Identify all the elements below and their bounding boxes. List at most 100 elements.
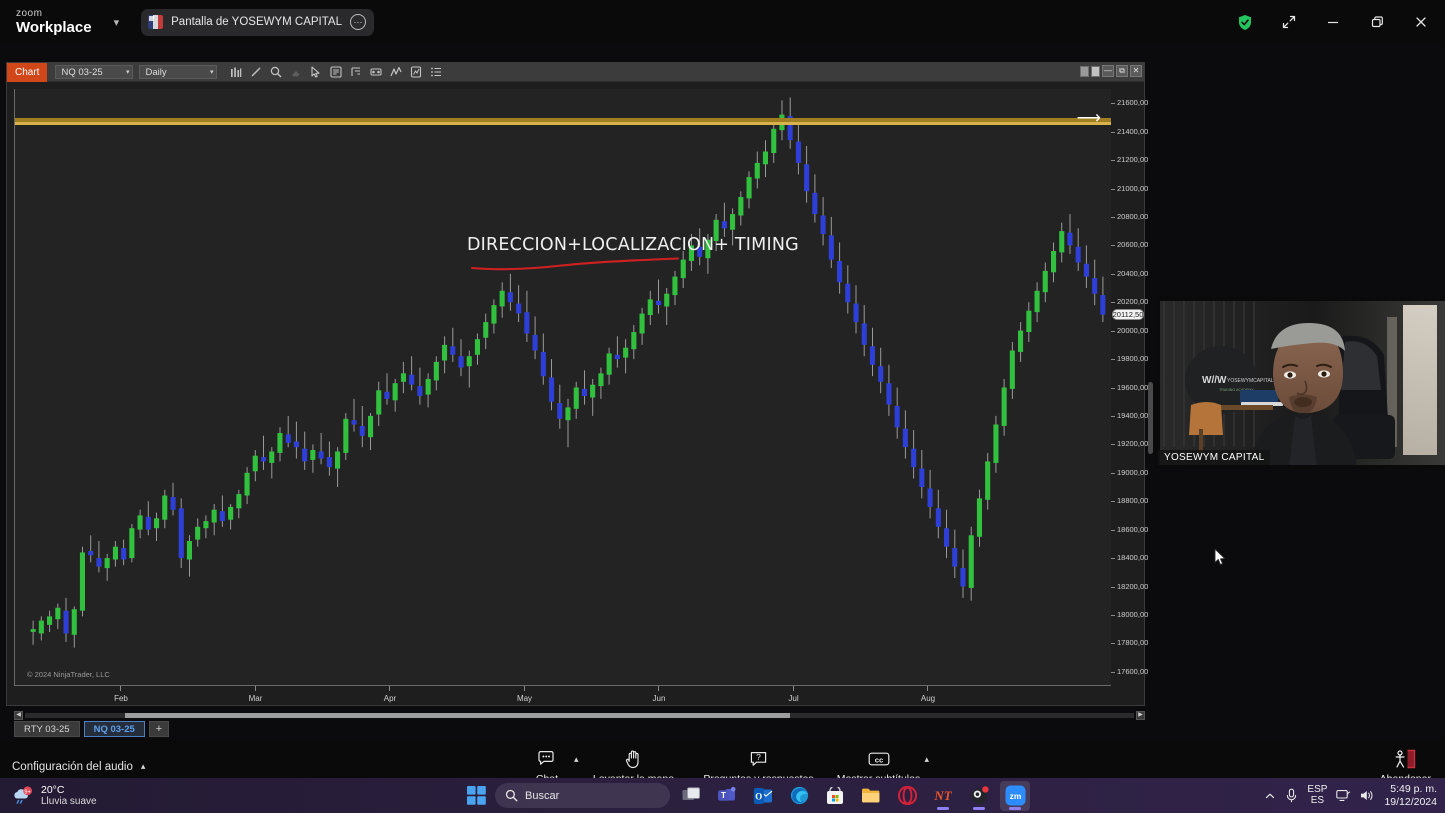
taskbar-center: Buscar T O NT zm <box>463 780 1030 811</box>
candle-body <box>425 379 431 395</box>
scroll-thumb[interactable] <box>124 712 791 718</box>
instrument-selector[interactable]: NQ 03-25 ▾ <box>55 65 134 79</box>
bar-chart-icon[interactable] <box>229 66 242 79</box>
price-axis-tick: 19200,00 <box>1111 439 1148 448</box>
teams-icon[interactable]: T <box>712 781 742 811</box>
screen-share-indicator[interactable]: Pantalla de YOSEWYM CAPITAL ⋯ <box>141 8 374 36</box>
language-indicator[interactable]: ESP ES <box>1307 784 1327 806</box>
chart-horizontal-scrollbar[interactable]: ◀ ▶ <box>14 710 1145 720</box>
search-input[interactable]: Buscar <box>495 783 670 808</box>
chart-plot-area[interactable]: ⟶ DIRECCION+LOCALIZACION+ TIMING © 2024 … <box>14 89 1111 686</box>
interval-selector[interactable]: Daily ▾ <box>139 65 218 79</box>
candle-body <box>590 384 596 398</box>
participant-video-tile[interactable]: W//W YOSEWYMCAPITAL TRADING ACADEMY YOSE… <box>1155 297 1445 469</box>
restore-icon[interactable]: ⧉ <box>1116 65 1128 77</box>
file-explorer-icon[interactable] <box>856 781 886 811</box>
candle-body <box>935 508 941 527</box>
candle-body <box>1067 232 1073 246</box>
opera-icon[interactable] <box>892 781 922 811</box>
outlook-icon[interactable]: O <box>748 781 778 811</box>
speaker-icon[interactable] <box>1360 789 1375 802</box>
chart-menu-button[interactable]: Chart <box>7 62 48 82</box>
candle-body <box>195 526 201 540</box>
eraser-icon[interactable] <box>289 66 302 79</box>
edge-icon[interactable] <box>784 781 814 811</box>
scroll-right-icon[interactable]: ▶ <box>1136 710 1145 720</box>
minimize-icon[interactable] <box>1311 0 1355 44</box>
pencil-icon[interactable] <box>249 66 262 79</box>
clock-date: 19/12/2024 <box>1384 795 1437 808</box>
scroll-left-icon[interactable]: ◀ <box>14 710 23 720</box>
data-box-icon[interactable] <box>329 66 342 79</box>
pointer-icon[interactable] <box>309 66 322 79</box>
tick-mark <box>389 686 390 691</box>
network-icon[interactable] <box>1336 789 1351 802</box>
chevron-down-icon[interactable]: ▾ <box>114 16 120 29</box>
obs-studio-icon[interactable] <box>964 781 994 811</box>
microphone-icon[interactable] <box>1285 788 1298 803</box>
zoom-icon[interactable]: zm <box>1000 780 1030 811</box>
candle-body <box>129 528 135 559</box>
chart-tab-rty[interactable]: RTY 03-25 <box>14 721 80 737</box>
weather-widget[interactable]: 9+ 20°C Lluvia suave <box>12 784 97 808</box>
audio-settings-button[interactable]: Configuración del audio ▴ <box>12 761 145 773</box>
candle-body <box>878 366 884 382</box>
security-shield-icon[interactable] <box>1223 0 1267 44</box>
chart-tab-nq[interactable]: NQ 03-25 <box>83 721 145 737</box>
add-chart-tab-button[interactable]: + <box>148 721 170 737</box>
close-icon[interactable]: ✕ <box>1130 65 1142 77</box>
tick-mark <box>1111 273 1115 275</box>
restore-down-icon[interactable] <box>1080 65 1089 77</box>
list-icon[interactable] <box>429 66 442 79</box>
candle-body <box>927 488 933 507</box>
windows-start-icon[interactable] <box>463 783 489 809</box>
price-axis-tick: 20800,00 <box>1111 212 1148 221</box>
candle-body <box>343 418 349 453</box>
indicator-line-icon[interactable] <box>389 66 402 79</box>
candle-body <box>581 388 587 396</box>
more-options-icon[interactable]: ⋯ <box>350 14 366 30</box>
magnifier-icon[interactable] <box>269 66 282 79</box>
tick-mark <box>1111 614 1115 616</box>
chevron-up-icon[interactable] <box>1264 790 1276 802</box>
zoom-brand: zoom Workplace <box>16 8 92 36</box>
chart-window-buttons: — ⧉ ✕ <box>1080 65 1142 77</box>
zoom-brand-line1: zoom <box>16 8 43 19</box>
video-panel-scrollbar[interactable] <box>1148 382 1153 454</box>
candle-body <box>30 629 36 632</box>
candle-body <box>326 457 332 468</box>
candle-body <box>285 434 291 443</box>
date-axis[interactable]: Feb Mar Apr May Jun Jul Aug <box>14 686 1111 708</box>
candle-body <box>738 197 744 216</box>
tick-mark <box>1111 472 1115 474</box>
order-flow-icon[interactable] <box>349 66 362 79</box>
maximize-icon[interactable] <box>1091 65 1100 77</box>
scroll-track[interactable] <box>25 712 1134 718</box>
price-axis-tick: 18000,00 <box>1111 610 1148 619</box>
tick-mark <box>120 686 121 691</box>
chevron-up-icon[interactable]: ▴ <box>141 761 146 772</box>
close-icon[interactable] <box>1399 0 1443 44</box>
candle-body <box>516 303 522 314</box>
task-view-icon[interactable] <box>676 781 706 811</box>
chat-bubble-icon <box>537 748 556 770</box>
participant-name-label: YOSEWYM CAPITAL <box>1158 450 1271 465</box>
candle-body <box>79 552 85 611</box>
restore-icon[interactable] <box>1355 0 1399 44</box>
binoculars-icon[interactable] <box>369 66 382 79</box>
date-axis-label: Aug <box>920 694 936 703</box>
candle-body <box>483 322 489 338</box>
captions-chevron-up-icon[interactable]: ▴ <box>925 754 930 765</box>
fullscreen-expand-icon[interactable] <box>1267 0 1311 44</box>
properties-icon[interactable] <box>409 66 422 79</box>
price-axis-label: 18000,00 <box>1117 609 1149 619</box>
minimize-icon[interactable]: — <box>1102 65 1114 77</box>
price-axis-tick: 21000,00 <box>1111 184 1148 193</box>
ninjatrader-icon[interactable]: NT <box>928 781 958 811</box>
clock[interactable]: 5:49 p. m. 19/12/2024 <box>1384 783 1437 807</box>
microsoft-store-icon[interactable] <box>820 781 850 811</box>
tick-mark <box>1111 444 1115 446</box>
chevron-down-icon: ▾ <box>209 69 214 76</box>
price-axis[interactable]: 21600,00 21400,00 21200,00 21000,00 20800,00… <box>1111 89 1148 686</box>
candle-body <box>985 461 991 500</box>
